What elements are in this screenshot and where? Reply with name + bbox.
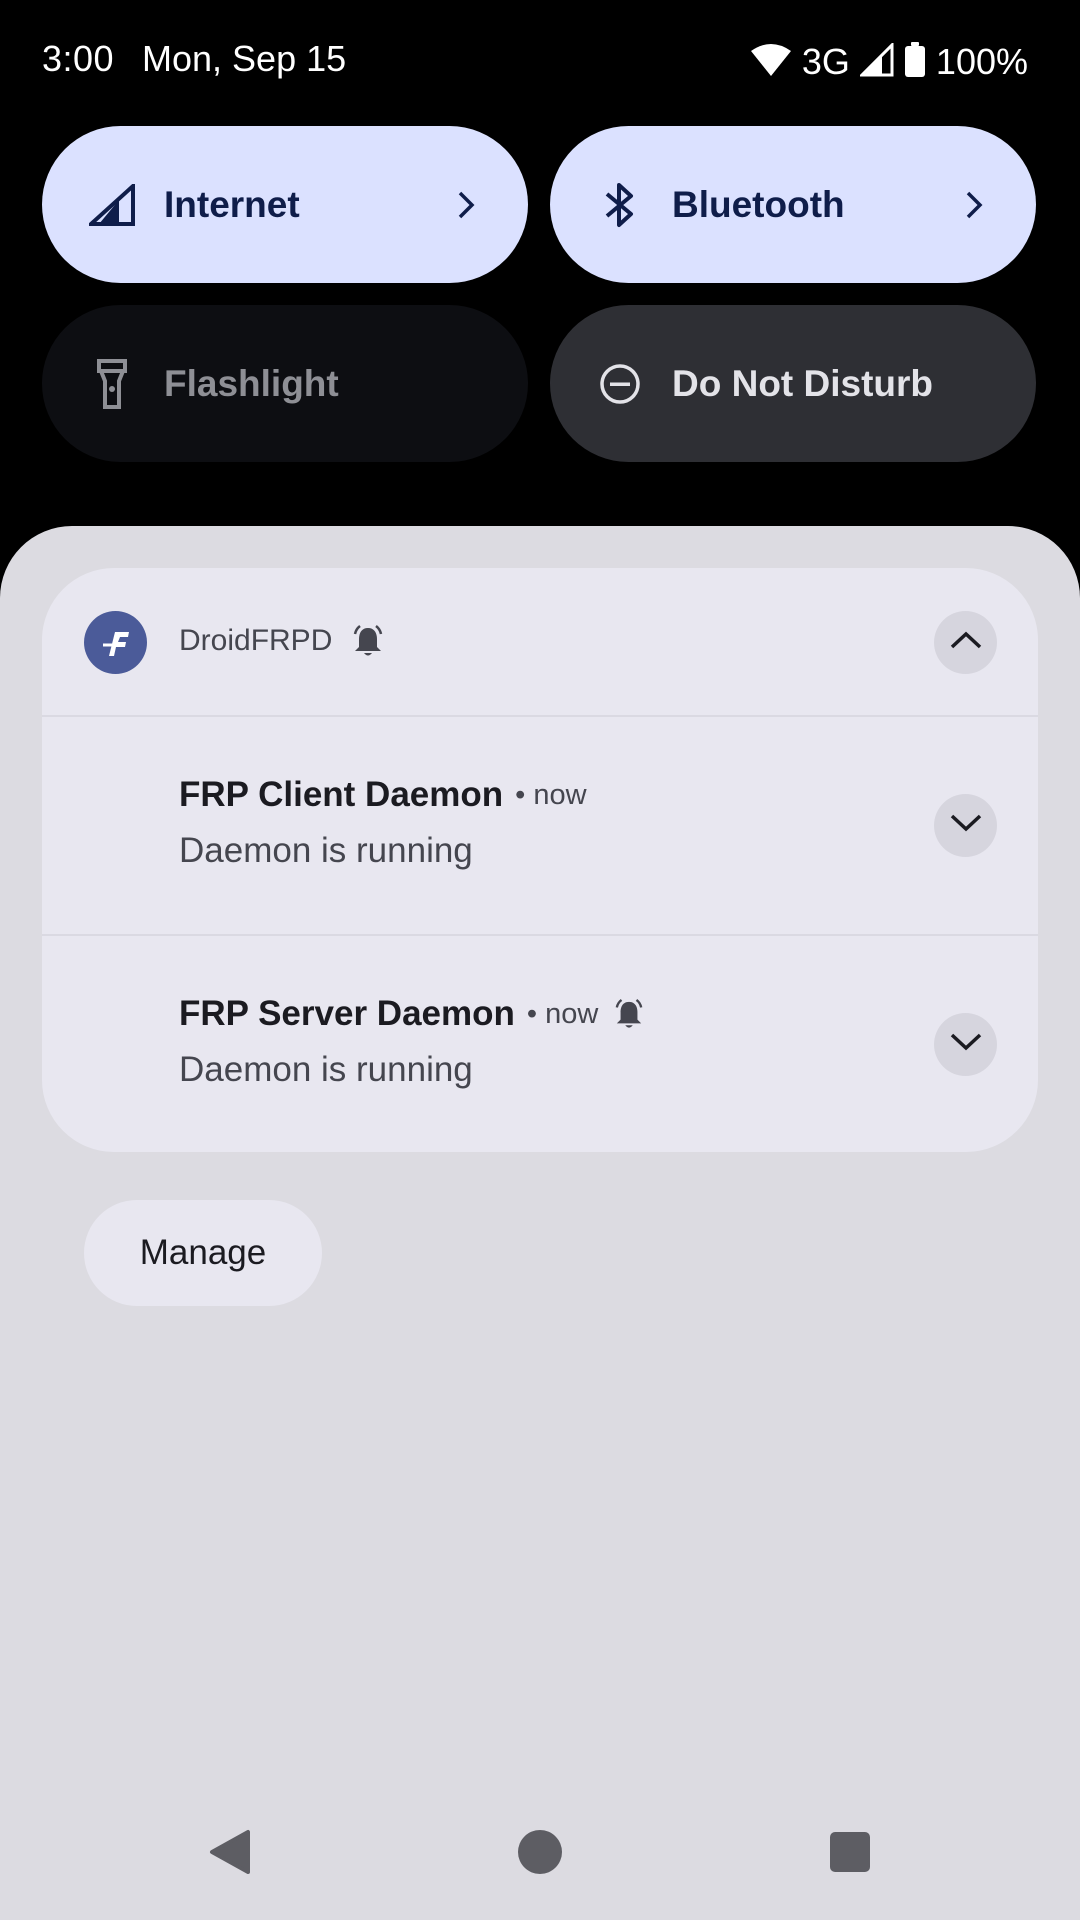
- tile-do-not-disturb-label: Do Not Disturb: [672, 362, 934, 404]
- tile-internet[interactable]: Internet: [42, 126, 528, 283]
- app-name: DroidFRPD: [179, 624, 333, 657]
- notification-text: Daemon is running: [179, 1050, 473, 1089]
- cell-signal-icon: [858, 40, 894, 82]
- home-button[interactable]: [500, 1814, 580, 1894]
- recents-button[interactable]: [810, 1814, 890, 1894]
- notification-group-header[interactable]: DroidFRPD: [42, 568, 1038, 716]
- tile-internet-label: Internet: [164, 183, 300, 225]
- network-type-label: 3G: [801, 41, 850, 82]
- collapse-group-button[interactable]: [934, 611, 997, 674]
- tile-do-not-disturb[interactable]: Do Not Disturb: [550, 305, 1036, 462]
- chevron-right-icon[interactable]: [954, 185, 994, 225]
- notification-title-row: FRP Client Daemon • now: [179, 775, 587, 815]
- bluetooth-icon: [592, 177, 648, 233]
- notification-time: • now: [526, 997, 599, 1030]
- bell-icon: [352, 624, 384, 658]
- notification-title: FRP Server Daemon: [179, 994, 515, 1033]
- flashlight-icon: [84, 356, 140, 412]
- status-date: Mon, Sep 15: [142, 38, 347, 79]
- notification-shade-screen: 3:00 Mon, Sep 15 3G 100% Internet Blueto…: [0, 0, 1080, 1920]
- recents-icon: [829, 1831, 871, 1878]
- chevron-down-icon: [949, 813, 983, 838]
- notification-item-frp-client[interactable]: FRP Client Daemon • now Daemon is runnin…: [42, 717, 1038, 935]
- chevron-right-icon[interactable]: [446, 185, 486, 225]
- notification-item-frp-server[interactable]: FRP Server Daemon • now Daemon is runnin…: [42, 936, 1038, 1152]
- status-icons: 3G 100%: [750, 40, 1028, 84]
- tile-bluetooth-label: Bluetooth: [672, 183, 845, 225]
- notification-time: • now: [515, 778, 587, 811]
- home-icon: [517, 1829, 563, 1880]
- notification-group-card[interactable]: DroidFRPD FRP Client Daemon • now Daemon…: [42, 568, 1038, 1152]
- status-bar: 3:00 Mon, Sep 15 3G 100%: [0, 0, 1080, 125]
- notification-text: Daemon is running: [179, 831, 473, 870]
- navigation-bar: [0, 1800, 1080, 1920]
- battery-icon: [904, 41, 926, 83]
- status-time: 3:00: [42, 38, 115, 79]
- manage-button[interactable]: Manage: [84, 1200, 322, 1306]
- wifi-icon: [750, 43, 792, 82]
- chevron-down-icon: [949, 1032, 983, 1057]
- chevron-up-icon: [949, 630, 983, 655]
- tile-flashlight-label: Flashlight: [164, 362, 339, 404]
- notification-title-row: FRP Server Daemon • now: [179, 994, 644, 1034]
- tile-bluetooth[interactable]: Bluetooth: [550, 126, 1036, 283]
- bell-icon: [614, 998, 644, 1030]
- cell-signal-icon: [84, 177, 140, 233]
- back-button[interactable]: [190, 1814, 270, 1894]
- tile-flashlight[interactable]: Flashlight: [42, 305, 528, 462]
- notification-title: FRP Client Daemon: [179, 775, 504, 814]
- do-not-disturb-icon: [592, 356, 648, 412]
- back-icon: [208, 1828, 252, 1881]
- expand-notification-button[interactable]: [934, 794, 997, 857]
- droidfrpd-app-icon: [84, 611, 147, 674]
- expand-notification-button[interactable]: [934, 1013, 997, 1076]
- battery-percent: 100%: [935, 41, 1028, 82]
